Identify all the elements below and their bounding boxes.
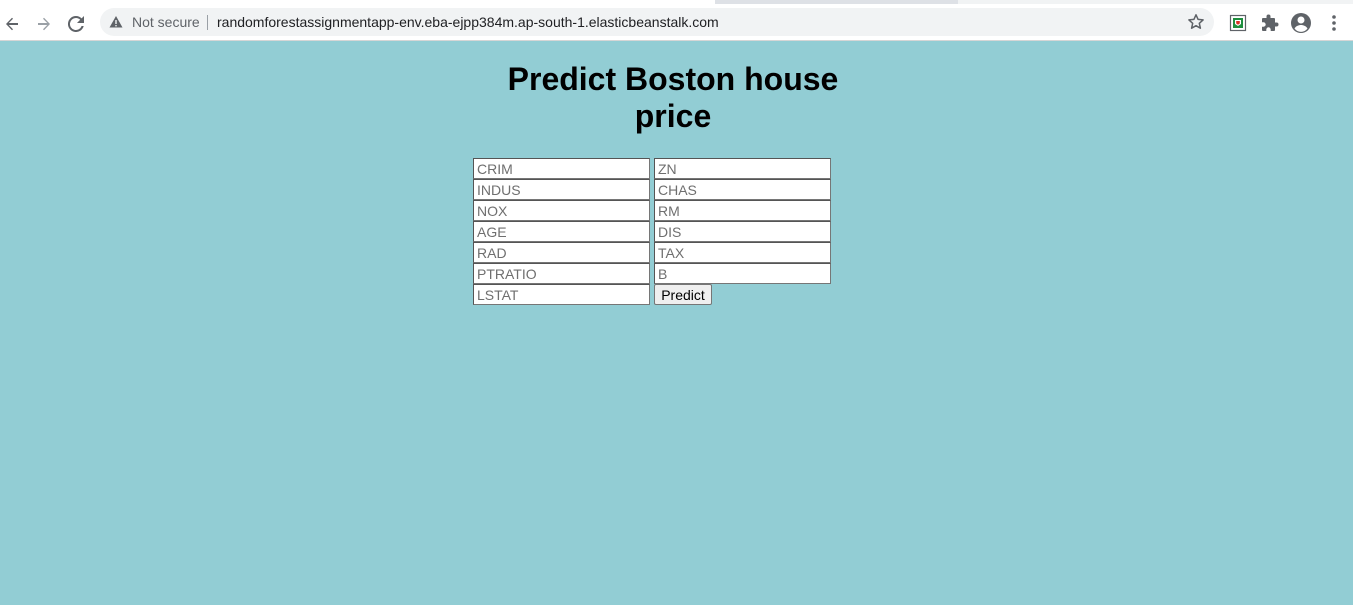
warning-icon[interactable] xyxy=(109,15,123,29)
address-divider xyxy=(207,15,208,30)
menu-icon xyxy=(1332,15,1336,31)
rad-input[interactable] xyxy=(473,242,650,263)
address-bar[interactable]: Not secure randomforestassignmentapp-env… xyxy=(100,8,1214,36)
star-icon[interactable] xyxy=(1187,13,1205,31)
url-text[interactable]: randomforestassignmentapp-env.eba-ejpp38… xyxy=(217,13,719,31)
forward-button[interactable] xyxy=(32,12,56,36)
lstat-input[interactable] xyxy=(473,284,650,305)
reload-button[interactable] xyxy=(64,12,88,36)
back-button[interactable] xyxy=(0,12,24,36)
browser-toolbar: Not secure randomforestassignmentapp-env… xyxy=(0,4,1353,40)
b-input[interactable] xyxy=(654,263,831,284)
extension-button[interactable] xyxy=(1227,12,1249,34)
extension-shield-icon xyxy=(1229,14,1247,32)
page-title: Predict Boston house price xyxy=(507,61,839,134)
crim-input[interactable] xyxy=(473,158,650,179)
extensions-button[interactable] xyxy=(1259,12,1281,34)
zn-input[interactable] xyxy=(654,158,831,179)
reload-icon xyxy=(68,16,84,32)
profile-icon xyxy=(1291,13,1311,33)
tax-input[interactable] xyxy=(654,242,831,263)
dis-input[interactable] xyxy=(654,221,831,242)
browser-menu-button[interactable] xyxy=(1323,12,1345,34)
ptratio-input[interactable] xyxy=(473,263,650,284)
chas-input[interactable] xyxy=(654,179,831,200)
page-content: Predict Boston house price Predict xyxy=(0,41,1353,605)
nox-input[interactable] xyxy=(473,200,650,221)
back-icon xyxy=(6,17,18,31)
puzzle-icon xyxy=(1262,14,1279,31)
indus-input[interactable] xyxy=(473,179,650,200)
predict-button[interactable]: Predict xyxy=(654,284,712,305)
profile-button[interactable] xyxy=(1290,12,1312,34)
forward-icon xyxy=(38,17,50,31)
security-label[interactable]: Not secure xyxy=(132,13,200,31)
rm-input[interactable] xyxy=(654,200,831,221)
age-input[interactable] xyxy=(473,221,650,242)
